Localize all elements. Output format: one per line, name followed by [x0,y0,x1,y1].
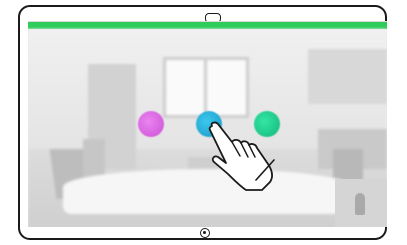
home-button[interactable] [200,228,210,238]
call-button-purple[interactable] [138,111,164,137]
status-bar [28,22,387,29]
tap-hand-icon [208,121,275,191]
self-view-thumbnail [335,179,387,227]
